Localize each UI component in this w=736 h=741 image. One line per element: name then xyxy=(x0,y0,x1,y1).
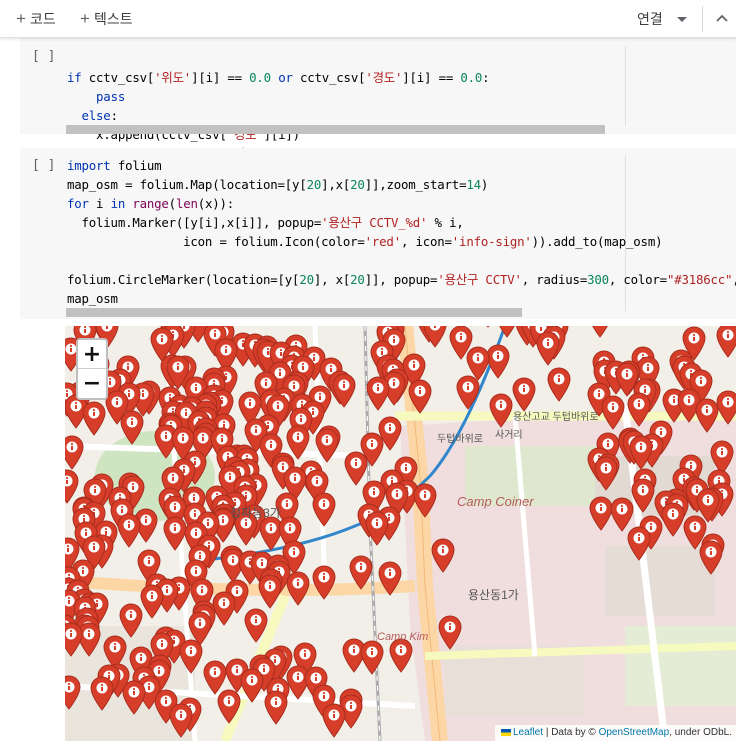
code-editor[interactable]: import folium map_osm = folium.Map(locati… xyxy=(67,156,736,308)
map-label: 청파동3가 xyxy=(230,506,281,520)
info-sign-marker-icon[interactable] xyxy=(628,434,654,471)
info-sign-marker-icon[interactable] xyxy=(455,374,481,410)
info-sign-marker-icon[interactable] xyxy=(593,455,619,491)
map-label: Camp Kim xyxy=(377,631,429,643)
info-sign-marker-icon[interactable] xyxy=(694,397,720,433)
info-sign-marker-icon[interactable] xyxy=(365,375,391,411)
info-sign-marker-icon[interactable] xyxy=(263,689,289,726)
info-sign-marker-icon[interactable] xyxy=(89,675,115,712)
info-sign-marker-icon[interactable] xyxy=(65,621,84,658)
code-line[interactable]: map_osm = folium.Map(location=[y[20],x[2… xyxy=(67,175,736,194)
info-sign-marker-icon[interactable] xyxy=(359,639,385,675)
info-sign-marker-icon[interactable] xyxy=(239,667,265,703)
code-line[interactable] xyxy=(67,251,736,270)
code-line[interactable]: else: xyxy=(67,106,489,125)
add-text-button[interactable]: + 텍스트 xyxy=(80,9,133,29)
connect-button[interactable]: 연결 xyxy=(637,9,687,29)
info-sign-marker-icon[interactable] xyxy=(488,392,514,428)
plus-icon: + xyxy=(16,9,26,28)
ukraine-flag-icon xyxy=(501,729,511,736)
info-sign-marker-icon[interactable] xyxy=(430,537,456,573)
code-line[interactable]: import folium xyxy=(67,156,736,175)
code-cell-1[interactable]: [ ] if cctv_csv['위도'][i] == 0.0 or cctv_… xyxy=(20,38,736,161)
info-sign-marker-icon[interactable] xyxy=(116,512,142,549)
info-sign-marker-icon[interactable] xyxy=(216,688,242,725)
map-label: Camp Coiner xyxy=(457,494,534,509)
info-sign-marker-icon[interactable] xyxy=(321,702,347,738)
info-sign-marker-icon[interactable] xyxy=(119,409,145,446)
info-sign-marker-icon[interactable] xyxy=(377,560,403,596)
map-label: 용산고교 두텁바위로 xyxy=(513,412,599,423)
cell-ruler xyxy=(625,46,626,126)
chevron-down-icon[interactable] xyxy=(676,16,687,22)
zoom-out-button[interactable]: − xyxy=(78,369,106,398)
connect-label: 연결 xyxy=(637,11,663,27)
add-text-label: 텍스트 xyxy=(93,11,133,27)
info-sign-marker-icon[interactable] xyxy=(412,482,438,518)
map-attribution: Leaflet | Data by © OpenStreetMap, under… xyxy=(495,725,736,741)
info-sign-marker-icon[interactable] xyxy=(511,376,537,412)
folium-map-output[interactable]: Camp Coiner 용산동1가 청파동3가 용산고교 두텁바위로 사거리 두… xyxy=(65,326,736,741)
info-sign-marker-icon[interactable] xyxy=(285,570,311,606)
code-line[interactable]: if cctv_csv['위도'][i] == 0.0 or cctv_csv[… xyxy=(67,68,490,87)
add-code-button[interactable]: + 코드 xyxy=(16,9,56,29)
attribution-tail: , under ODbL. xyxy=(669,727,732,738)
info-sign-marker-icon[interactable] xyxy=(168,702,194,738)
code-cell-2[interactable]: [ ] import folium map_osm = folium.Map(lo… xyxy=(20,148,736,319)
map-label: 용산동1가 xyxy=(468,588,519,602)
info-sign-marker-icon[interactable] xyxy=(65,434,85,470)
code-line[interactable]: map_osm xyxy=(67,289,736,308)
map-label: 두텁바위로 xyxy=(437,434,483,445)
info-sign-marker-icon[interactable] xyxy=(311,491,337,527)
toolbar-divider xyxy=(702,6,703,32)
info-sign-marker-icon[interactable] xyxy=(257,573,283,609)
run-cell-button[interactable]: [ ] xyxy=(32,158,55,173)
notebook-toolbar: + 코드 + 텍스트 연결 xyxy=(0,0,736,38)
info-sign-marker-icon[interactable] xyxy=(178,638,204,675)
code-line[interactable]: folium.Marker([y[i],x[i]], popup='용산구 CC… xyxy=(67,213,736,232)
info-sign-marker-icon[interactable] xyxy=(311,564,337,600)
run-cell-button[interactable]: [ ] xyxy=(32,49,55,64)
info-sign-marker-icon[interactable] xyxy=(407,378,433,414)
info-sign-marker-icon[interactable] xyxy=(546,366,572,402)
code-line[interactable]: icon = folium.Icon(color='red', icon='in… xyxy=(67,232,736,251)
info-sign-marker-icon[interactable] xyxy=(121,679,147,715)
code-line[interactable]: folium.CircleMarker(location=[y[20], x[2… xyxy=(67,270,736,289)
info-sign-marker-icon[interactable] xyxy=(715,326,736,359)
info-sign-marker-icon[interactable] xyxy=(437,614,463,650)
info-sign-marker-icon[interactable] xyxy=(243,607,269,643)
horizontal-scrollbar[interactable] xyxy=(66,125,605,134)
zoom-in-button[interactable]: + xyxy=(78,340,106,369)
zoom-control: + − xyxy=(76,338,108,400)
code-line[interactable]: pass xyxy=(67,87,489,106)
horizontal-scrollbar[interactable] xyxy=(66,308,522,317)
plus-icon: + xyxy=(80,9,90,28)
info-sign-marker-icon[interactable] xyxy=(422,326,448,348)
info-sign-marker-icon[interactable] xyxy=(535,330,561,366)
info-sign-marker-icon[interactable] xyxy=(65,674,82,710)
info-sign-marker-icon[interactable] xyxy=(314,427,340,463)
leaflet-link[interactable]: Leaflet xyxy=(513,727,543,738)
info-sign-marker-icon[interactable] xyxy=(587,326,613,339)
info-sign-marker-icon[interactable] xyxy=(331,372,357,409)
attribution-text: | Data by © xyxy=(545,727,599,738)
info-sign-marker-icon[interactable] xyxy=(364,510,390,547)
chevron-up-icon[interactable] xyxy=(714,10,730,26)
info-sign-marker-icon[interactable] xyxy=(600,394,626,430)
info-sign-marker-icon[interactable] xyxy=(348,554,374,590)
add-code-label: 코드 xyxy=(29,11,56,27)
osm-link[interactable]: OpenStreetMap xyxy=(599,727,670,738)
info-sign-marker-icon[interactable] xyxy=(626,525,652,561)
code-line[interactable]: for i in range(len(x)): xyxy=(67,194,736,213)
info-sign-marker-icon[interactable] xyxy=(118,602,144,638)
map-label: 사거리 xyxy=(495,430,523,441)
marker-layer xyxy=(65,326,736,741)
info-sign-marker-icon[interactable] xyxy=(81,400,107,436)
info-sign-marker-icon[interactable] xyxy=(698,539,724,575)
